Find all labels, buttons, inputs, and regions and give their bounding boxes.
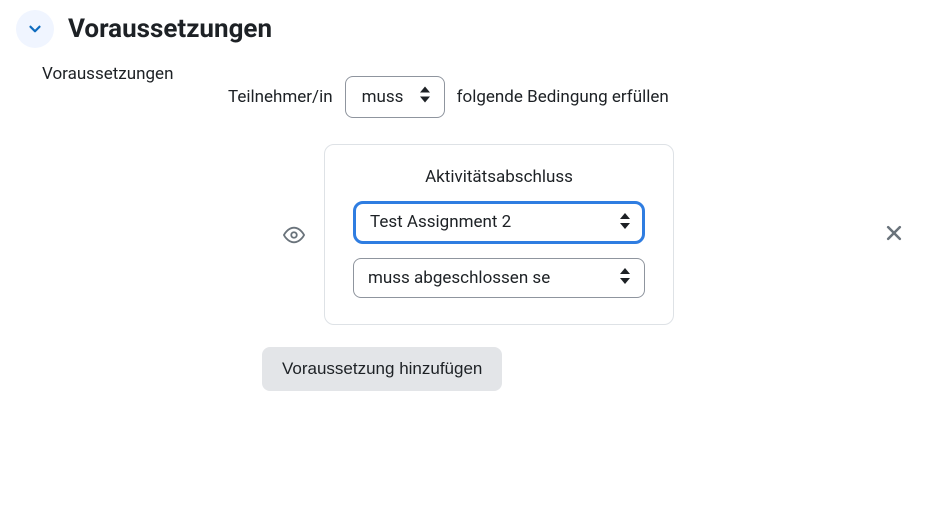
section-title: Voraussetzungen <box>68 14 272 44</box>
add-restriction-button[interactable]: Voraussetzung hinzufügen <box>262 347 502 391</box>
chevron-down-icon <box>26 20 44 38</box>
condition-card: Aktivitätsabschluss Test Assignment 2 mu… <box>324 144 674 325</box>
activity-select[interactable]: Test Assignment 2 <box>353 201 645 243</box>
condition-type-label: Aktivitätsabschluss <box>353 167 645 187</box>
eye-icon <box>283 224 305 246</box>
match-prefix: Teilnehmer/in <box>228 87 333 107</box>
match-suffix: folgende Bedingung erfüllen <box>457 87 669 107</box>
delete-condition-button[interactable] <box>884 221 904 249</box>
visibility-toggle[interactable] <box>282 224 306 246</box>
match-operator-select[interactable]: muss <box>345 76 445 118</box>
requirement-select[interactable]: muss abgeschlossen se <box>353 258 645 298</box>
field-label: Voraussetzungen <box>42 58 228 84</box>
collapse-toggle[interactable] <box>16 10 54 48</box>
close-icon <box>884 223 904 243</box>
